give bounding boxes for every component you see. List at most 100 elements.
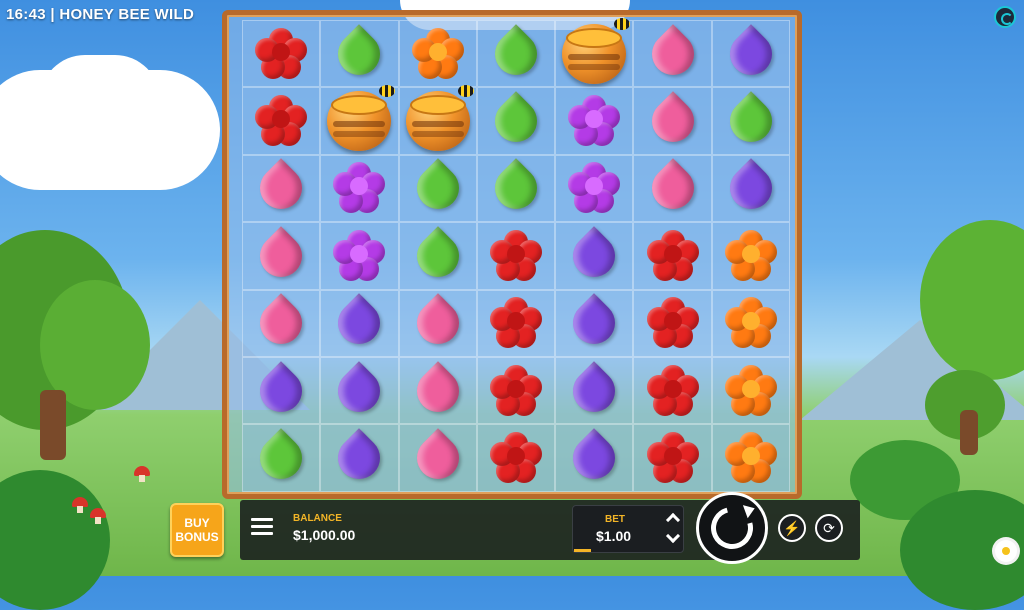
tree-trunk <box>40 390 66 460</box>
grid-cell <box>398 356 477 425</box>
pink-leaf-symbol <box>642 91 703 151</box>
grid-cell <box>633 424 712 492</box>
grid-cell <box>242 356 321 425</box>
purple-leaf-symbol <box>564 428 625 488</box>
grid-cell <box>555 222 634 290</box>
grid-cell <box>320 289 399 357</box>
purple-leaf-symbol <box>329 360 390 421</box>
grid-cell <box>242 222 321 290</box>
grid-cell <box>242 154 321 223</box>
pink-leaf-symbol <box>642 23 703 84</box>
grid-cell <box>476 154 556 223</box>
grid-cell <box>320 356 399 425</box>
purple-leaf-symbol <box>564 226 625 286</box>
orange-flower-symbol <box>724 229 777 282</box>
grid-cell <box>633 356 712 425</box>
magenta-flower-symbol <box>333 229 386 282</box>
mushroom <box>72 497 88 513</box>
grid-cell <box>476 356 556 425</box>
pink-leaf-symbol <box>251 158 311 219</box>
turbo-button[interactable]: ⚡ <box>778 514 806 542</box>
grid-cell <box>633 222 712 290</box>
honey-pot-symbol <box>327 85 396 152</box>
red-flower-symbol <box>255 95 308 147</box>
grid-cell <box>398 85 477 155</box>
honey-pot-symbol <box>405 85 474 152</box>
grid-cell <box>711 424 791 492</box>
red-flower-symbol <box>646 432 699 484</box>
grid-cell <box>398 424 477 492</box>
balance-value: $1,000.00 <box>293 527 356 543</box>
orange-flower-symbol <box>411 27 464 80</box>
honey-pot-symbol <box>562 17 631 84</box>
pink-leaf-symbol <box>251 293 311 353</box>
buy-bonus-line1: BUY <box>184 516 210 530</box>
hamburger-menu-icon[interactable] <box>251 518 273 536</box>
bet-decrease-icon[interactable] <box>665 528 681 544</box>
grid-cell <box>476 87 556 155</box>
red-flower-symbol <box>490 364 543 417</box>
symbol-grid <box>242 17 791 492</box>
magenta-flower-symbol <box>333 162 386 214</box>
grid-cell <box>320 424 399 492</box>
pink-leaf-symbol <box>408 428 468 488</box>
grid-cell <box>555 424 634 492</box>
grid-cell <box>555 289 634 357</box>
grid-cell <box>320 85 399 155</box>
grid-cell <box>711 20 791 88</box>
game-title: HONEY BEE WILD <box>59 6 195 23</box>
orange-flower-symbol <box>724 297 777 349</box>
spiral-logo-icon[interactable] <box>994 6 1016 28</box>
grid-cell <box>398 20 477 88</box>
cloud <box>40 55 160 145</box>
purple-leaf-symbol <box>721 23 781 84</box>
bee-icon <box>379 85 396 98</box>
bet-label: BET <box>605 514 625 525</box>
grid-cell <box>242 87 321 155</box>
red-flower-symbol <box>490 229 543 282</box>
grid-cell <box>398 154 477 223</box>
grid-cell <box>555 17 634 88</box>
bet-increase-icon[interactable] <box>665 512 681 528</box>
grid-cell <box>555 154 634 223</box>
bee-icon <box>614 17 631 30</box>
grid-cell <box>555 87 634 155</box>
orange-flower-symbol <box>724 432 777 484</box>
pink-leaf-symbol <box>642 158 703 219</box>
grid-cell <box>320 20 399 88</box>
grid-cell <box>711 87 791 155</box>
grid-cell <box>242 289 321 357</box>
purple-leaf-symbol <box>564 360 625 421</box>
grid-cell <box>711 289 791 357</box>
grid-cell <box>476 222 556 290</box>
grid-cell <box>711 222 791 290</box>
grid-cell <box>711 154 791 223</box>
red-flower-symbol <box>490 432 543 484</box>
grid-cell <box>633 154 712 223</box>
spin-button[interactable] <box>696 492 768 564</box>
tree-trunk <box>960 410 978 455</box>
grid-cell <box>633 289 712 357</box>
autoplay-button[interactable]: ⟳ <box>815 514 843 542</box>
magenta-flower-symbol <box>568 95 621 147</box>
bee-icon <box>457 85 474 98</box>
orange-flower-symbol <box>724 364 777 417</box>
red-flower-symbol <box>646 364 699 417</box>
pink-leaf-symbol <box>251 226 311 286</box>
mushroom <box>90 508 106 524</box>
grid-cell <box>476 20 556 88</box>
reel-board <box>222 10 802 499</box>
grid-cell <box>555 356 634 425</box>
red-flower-symbol <box>255 27 308 80</box>
purple-leaf-symbol <box>329 428 390 488</box>
green-leaf-symbol <box>486 23 546 84</box>
grid-cell <box>242 20 321 88</box>
bush <box>0 470 110 610</box>
mushroom <box>134 466 150 482</box>
bet-stepper <box>664 512 686 547</box>
purple-leaf-symbol <box>721 158 781 219</box>
buy-bonus-button[interactable]: BUY BONUS <box>170 503 224 557</box>
green-leaf-symbol <box>486 158 546 219</box>
magenta-flower-symbol <box>568 162 621 214</box>
autoplay-icon: ⟳ <box>823 519 835 536</box>
